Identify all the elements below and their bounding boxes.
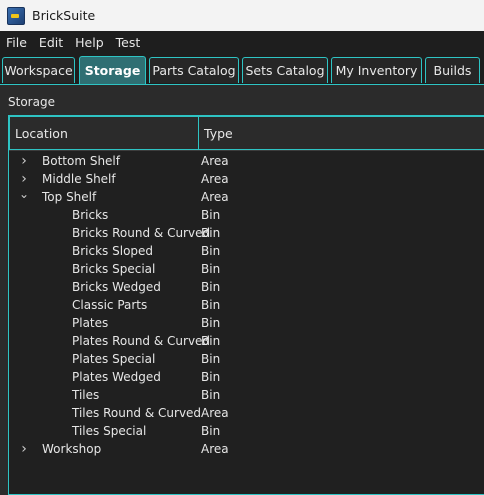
- location-type: Bin: [201, 298, 221, 312]
- tree-row[interactable]: Bricks Special Bin: [9, 260, 484, 278]
- location-name: Middle Shelf: [42, 172, 116, 186]
- tree-row[interactable]: ⌄ Top Shelf Area: [9, 188, 484, 206]
- tree-row[interactable]: Tiles Bin: [9, 386, 484, 404]
- location-type: Bin: [201, 280, 221, 294]
- location-type: Bin: [201, 352, 221, 366]
- column-header-location[interactable]: Location: [9, 116, 199, 150]
- chevron-right-icon[interactable]: ›: [18, 170, 30, 188]
- tree-row[interactable]: Bricks Bin: [9, 206, 484, 224]
- location-name: Bricks: [72, 208, 109, 222]
- tree-row[interactable]: Plates Wedged Bin: [9, 368, 484, 386]
- location-name: Top Shelf: [42, 190, 97, 204]
- menu-file[interactable]: File: [0, 31, 33, 55]
- menu-test[interactable]: Test: [110, 31, 147, 55]
- tab-storage[interactable]: Storage: [79, 56, 146, 84]
- tree-row[interactable]: › Middle Shelf Area: [9, 170, 484, 188]
- location-type: Bin: [201, 334, 221, 348]
- location-name: Plates Round & Curved: [72, 334, 211, 348]
- title-bar: BrickSuite: [0, 0, 484, 31]
- menu-help[interactable]: Help: [69, 31, 110, 55]
- menu-bar: File Edit Help Test: [0, 31, 484, 55]
- location-name: Bricks Sloped: [72, 244, 154, 258]
- tab-my-inventory[interactable]: My Inventory: [331, 57, 422, 83]
- location-name: Bricks Round & Curved: [72, 226, 211, 240]
- tree-row[interactable]: › Workshop Area: [9, 440, 484, 458]
- location-name: Classic Parts: [72, 298, 148, 312]
- tree-row[interactable]: Tiles Round & Curved Area: [9, 404, 484, 422]
- location-type: Bin: [201, 424, 221, 438]
- window-title: BrickSuite: [32, 8, 96, 23]
- tree-row[interactable]: Classic Parts Bin: [9, 296, 484, 314]
- location-name: Tiles: [72, 388, 100, 402]
- tab-builds[interactable]: Builds: [425, 57, 480, 83]
- location-name: Tiles Round & Curved: [72, 406, 202, 420]
- tree-header: Location Type: [9, 116, 484, 151]
- location-type: Bin: [201, 388, 221, 402]
- tab-parts-catalog[interactable]: Parts Catalog: [149, 57, 239, 83]
- tree-row[interactable]: Plates Special Bin: [9, 350, 484, 368]
- location-name: Plates Special: [72, 352, 156, 366]
- chevron-right-icon[interactable]: ›: [18, 152, 30, 170]
- location-type: Bin: [201, 226, 221, 240]
- menu-edit[interactable]: Edit: [33, 31, 69, 55]
- location-type: Bin: [201, 262, 221, 276]
- location-name: Plates: [72, 316, 109, 330]
- column-header-type[interactable]: Type: [198, 116, 484, 150]
- tab-bar: Workspace Storage Parts Catalog Sets Cat…: [0, 55, 484, 85]
- location-type: Area: [201, 442, 229, 456]
- location-name: Bricks Wedged: [72, 280, 161, 294]
- tree-row[interactable]: Tiles Special Bin: [9, 422, 484, 440]
- panel-label: Storage: [8, 95, 55, 109]
- tree-row[interactable]: Plates Bin: [9, 314, 484, 332]
- tab-workspace[interactable]: Workspace: [2, 57, 75, 83]
- chevron-down-icon[interactable]: ⌄: [18, 188, 30, 206]
- tree-row[interactable]: Bricks Sloped Bin: [9, 242, 484, 260]
- location-name: Tiles Special: [72, 424, 147, 438]
- location-name: Plates Wedged: [72, 370, 161, 384]
- location-type: Bin: [201, 316, 221, 330]
- tab-sets-catalog[interactable]: Sets Catalog: [242, 57, 328, 83]
- location-type: Area: [201, 172, 229, 186]
- location-name: Workshop: [42, 442, 102, 456]
- location-type: Bin: [201, 244, 221, 258]
- location-type: Bin: [201, 208, 221, 222]
- location-type: Bin: [201, 370, 221, 384]
- tree-row[interactable]: › Bottom Shelf Area: [9, 152, 484, 170]
- app-icon: [7, 6, 25, 25]
- tree-row[interactable]: Bricks Wedged Bin: [9, 278, 484, 296]
- tree-row[interactable]: Bricks Round & Curved Bin: [9, 224, 484, 242]
- location-type: Area: [201, 154, 229, 168]
- location-name: Bricks Special: [72, 262, 156, 276]
- location-type: Area: [201, 406, 229, 420]
- storage-tree[interactable]: Location Type › Bottom Shelf Area › Middle S…: [8, 115, 484, 495]
- tree-row[interactable]: Plates Round & Curved Bin: [9, 332, 484, 350]
- location-name: Bottom Shelf: [42, 154, 120, 168]
- location-type: Area: [201, 190, 229, 204]
- chevron-right-icon[interactable]: ›: [18, 440, 30, 458]
